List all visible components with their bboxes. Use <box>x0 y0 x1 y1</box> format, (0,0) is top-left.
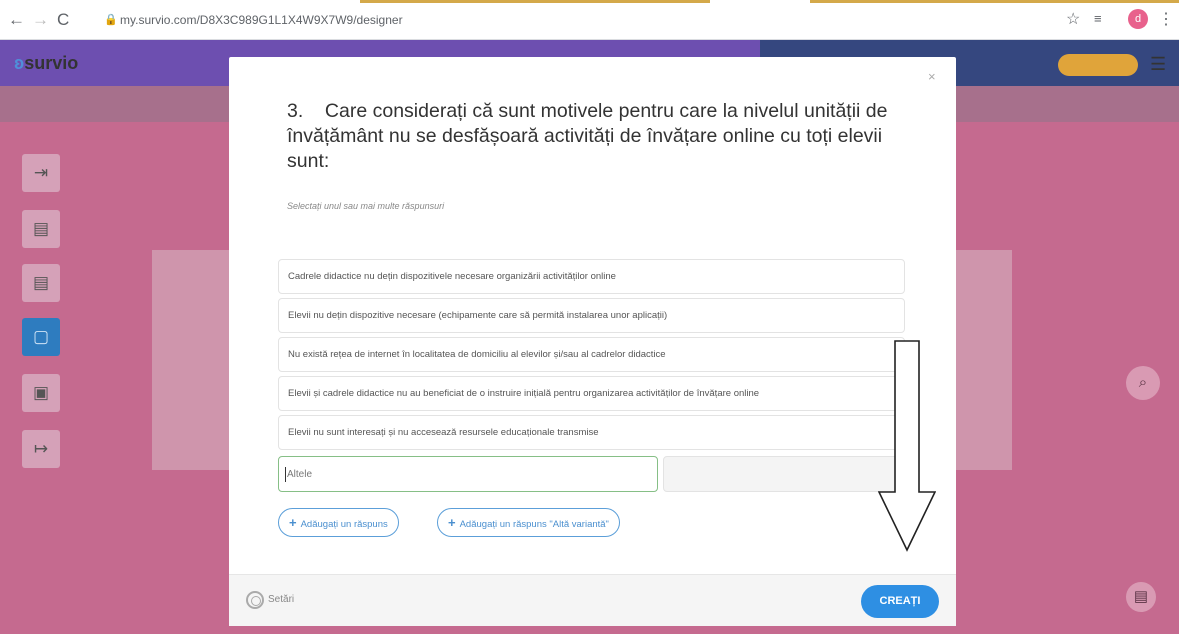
plus-icon: + <box>448 515 456 530</box>
menu-dots-icon[interactable]: ⋮ <box>1158 9 1174 29</box>
add-other-answer-button[interactable]: + Adăugați un răspuns "Altă variantă" <box>437 508 620 537</box>
close-icon[interactable]: × <box>928 69 936 84</box>
chat-icon[interactable]: ▤ <box>1126 582 1156 612</box>
add-answer-button[interactable]: + Adăugați un răspuns <box>278 508 399 537</box>
background-panel <box>152 250 232 470</box>
answer-option[interactable]: Nu există rețea de internet în localitat… <box>278 337 905 372</box>
star-icon[interactable]: ☆ <box>1066 9 1080 29</box>
page-active-icon[interactable]: ▢ <box>22 318 60 356</box>
modal-footer: Setări CREAȚI <box>229 574 956 626</box>
page-icon[interactable]: ▤ <box>22 264 60 302</box>
reload-icon[interactable]: C <box>57 10 69 30</box>
new-answer-input[interactable]: Altele <box>278 456 658 492</box>
import-icon[interactable]: ⇥ <box>22 154 60 192</box>
header-action-button[interactable] <box>1058 54 1138 76</box>
profile-avatar[interactable]: d <box>1128 9 1148 29</box>
gear-icon[interactable] <box>246 591 264 609</box>
search-icon[interactable]: ⌕ <box>1126 366 1160 400</box>
forward-icon[interactable]: → <box>32 10 49 30</box>
page-icon[interactable]: ▤ <box>22 210 60 248</box>
text-caret <box>285 467 286 482</box>
annotation-arrow-icon <box>878 340 936 552</box>
settings-link[interactable]: Setări <box>268 594 294 605</box>
question-subtitle[interactable]: Selectați unul sau mai multe răspunsuri <box>287 201 444 211</box>
exit-icon[interactable]: ↦ <box>22 430 60 468</box>
question-modal: × 3. Care considerați că sunt motivele p… <box>229 57 956 626</box>
background-panel <box>952 250 1012 470</box>
address-bar[interactable]: my.survio.com/D8X3C989G1L1X4W9X7W9/desig… <box>120 13 403 27</box>
new-answer-extra-field[interactable] <box>663 456 905 492</box>
survio-logo: ʚsurvio <box>14 53 79 73</box>
hamburger-icon[interactable]: ☰ <box>1150 54 1166 75</box>
page-export-icon[interactable]: ▣ <box>22 374 60 412</box>
browser-toolbar: ← → C 🔒 my.survio.com/D8X3C989G1L1X4W9X7… <box>0 0 1179 40</box>
tab-strip-accent <box>360 0 710 3</box>
back-icon[interactable]: ← <box>8 10 25 30</box>
answer-option[interactable]: Elevii nu sunt interesați și nu acceseaz… <box>278 415 905 450</box>
question-title[interactable]: 3. Care considerați că sunt motivele pen… <box>287 99 897 174</box>
answer-option[interactable]: Elevii nu dețin dispozitive necesare (ec… <box>278 298 905 333</box>
lock-icon: 🔒 <box>104 14 118 26</box>
tab-strip-accent <box>810 0 1179 3</box>
plus-icon: + <box>289 515 297 530</box>
answer-option[interactable]: Cadrele didactice nu dețin dispozitivele… <box>278 259 905 294</box>
create-button[interactable]: CREAȚI <box>861 585 939 618</box>
reading-list-icon[interactable]: ≡ <box>1094 11 1102 26</box>
answer-option[interactable]: Elevii și cadrele didactice nu au benefi… <box>278 376 905 411</box>
